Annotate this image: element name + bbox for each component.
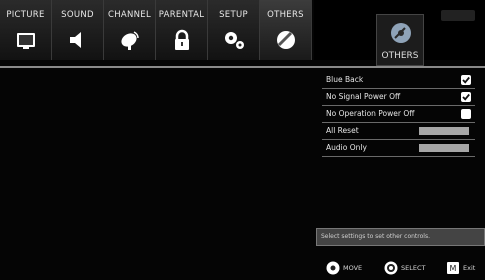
svg-text:M: M xyxy=(450,264,457,273)
setting-no-signal-power-off[interactable]: No Signal Power Off xyxy=(322,89,475,106)
current-category-name: OTHERS xyxy=(381,51,419,61)
menu-icon: M xyxy=(447,262,459,274)
hint-exit-label: Exit xyxy=(463,264,476,272)
disc-icon xyxy=(276,31,295,49)
current-category-panel: OTHERS xyxy=(376,14,424,66)
tab-setup-label: SETUP xyxy=(219,10,248,20)
checkmark-icon xyxy=(462,93,470,101)
menu-tab-bar: PICTURE SOUND CHANNEL PARENTAL SETUP OTH… xyxy=(0,0,314,60)
settings-list: Blue Back No Signal Power Off No Operati… xyxy=(322,72,475,157)
hint-move-label: MOVE xyxy=(343,264,363,272)
setting-all-reset[interactable]: All Reset xyxy=(322,123,475,140)
setting-no-operation-power-off[interactable]: No Operation Power Off xyxy=(322,106,475,123)
tab-parental-label: PARENTAL xyxy=(158,10,205,20)
satellite-icon xyxy=(120,31,139,50)
setting-label: No Operation Power Off xyxy=(326,109,415,118)
tab-sound-label: SOUND xyxy=(61,10,94,20)
no-operation-power-off-checkbox[interactable] xyxy=(461,109,471,119)
tab-others-label: OTHERS xyxy=(267,10,304,20)
tv-icon xyxy=(16,33,35,49)
setting-label: Audio Only xyxy=(326,143,367,152)
tab-parental[interactable]: PARENTAL xyxy=(156,0,208,60)
setting-blue-back[interactable]: Blue Back xyxy=(322,72,475,89)
tab-channel[interactable]: CHANNEL xyxy=(104,0,156,60)
description-box: Select settings to set other controls. xyxy=(316,228,485,246)
blue-back-checkbox[interactable] xyxy=(461,75,471,85)
description-text: Select settings to set other controls. xyxy=(321,233,430,240)
gears-icon xyxy=(224,32,244,49)
no-signal-power-off-checkbox[interactable] xyxy=(461,92,471,102)
checkmark-icon xyxy=(462,76,470,84)
disc-icon xyxy=(391,23,411,43)
lock-icon xyxy=(174,29,189,50)
tab-picture[interactable]: PICTURE xyxy=(0,0,52,60)
setting-audio-only[interactable]: Audio Only xyxy=(322,140,475,157)
ok-button-icon xyxy=(384,261,398,275)
hint-select-label: SELECT xyxy=(401,264,426,272)
setting-label: All Reset xyxy=(326,126,359,135)
setting-label: Blue Back xyxy=(326,75,364,84)
tab-others[interactable]: OTHERS xyxy=(260,0,312,60)
all-reset-button[interactable] xyxy=(419,127,469,135)
speaker-icon xyxy=(69,32,81,48)
tab-channel-label: CHANNEL xyxy=(107,10,152,20)
brand-logo xyxy=(441,10,475,21)
tab-setup[interactable]: SETUP xyxy=(208,0,260,60)
tab-picture-label: PICTURE xyxy=(6,10,45,20)
tab-sound[interactable]: SOUND xyxy=(52,0,104,60)
setting-label: No Signal Power Off xyxy=(326,92,401,101)
navigation-hints: MOVE SELECT M Exit xyxy=(316,256,485,280)
header-divider xyxy=(0,66,485,68)
dpad-icon xyxy=(326,261,340,275)
audio-only-button[interactable] xyxy=(419,144,469,152)
